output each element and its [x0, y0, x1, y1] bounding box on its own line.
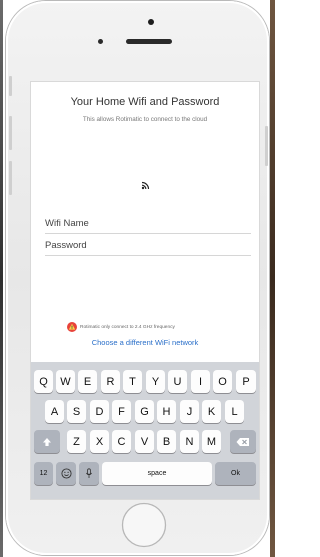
shift-key[interactable]: [34, 430, 60, 453]
key-f[interactable]: F: [112, 400, 131, 423]
password-field[interactable]: Password: [45, 237, 251, 256]
front-camera: [148, 19, 154, 25]
onscreen-keyboard: Q W E R T Y U I O P A S D F G H J K L Z …: [31, 362, 259, 499]
frequency-warning: Rotimatic only connect to 2.4 GHz freque…: [67, 322, 175, 332]
key-b[interactable]: B: [157, 430, 176, 453]
key-w[interactable]: W: [56, 370, 75, 393]
backspace-key[interactable]: [230, 430, 256, 453]
mute-switch: [9, 76, 12, 96]
page-title: Your Home Wifi and Password: [70, 96, 220, 108]
emoji-icon: [60, 468, 72, 479]
key-c[interactable]: C: [112, 430, 131, 453]
ok-key[interactable]: Ok: [215, 462, 256, 485]
key-q[interactable]: Q: [34, 370, 53, 393]
key-l[interactable]: L: [225, 400, 244, 423]
microphone-key[interactable]: [79, 462, 99, 485]
key-k[interactable]: K: [202, 400, 221, 423]
volume-down-button: [9, 161, 12, 195]
key-u[interactable]: U: [168, 370, 187, 393]
earpiece-speaker: [126, 39, 172, 44]
key-v[interactable]: V: [135, 430, 154, 453]
volume-up-button: [9, 116, 12, 150]
key-o[interactable]: O: [213, 370, 232, 393]
proximity-sensor: [98, 39, 103, 44]
page-subtitle: This allows Rotimatic to connect to the …: [82, 116, 208, 123]
space-key[interactable]: space: [102, 462, 212, 485]
phone-frame: Your Home Wifi and Password This allows …: [6, 1, 269, 555]
wifi-name-field[interactable]: Wifi Name: [45, 215, 251, 234]
key-e[interactable]: E: [78, 370, 97, 393]
key-d[interactable]: D: [90, 400, 109, 423]
key-p[interactable]: P: [236, 370, 256, 393]
emoji-key[interactable]: [56, 462, 76, 485]
key-t[interactable]: T: [123, 370, 142, 393]
power-button: [265, 126, 268, 166]
key-j[interactable]: J: [180, 400, 199, 423]
key-x[interactable]: X: [90, 430, 109, 453]
key-y[interactable]: Y: [146, 370, 165, 393]
key-a[interactable]: A: [45, 400, 64, 423]
app-screen: Your Home Wifi and Password This allows …: [30, 81, 260, 500]
home-button[interactable]: [121, 502, 167, 548]
key-m[interactable]: M: [202, 430, 221, 453]
background-right-edge: [270, 0, 275, 557]
warning-icon: [67, 322, 77, 332]
key-r[interactable]: R: [101, 370, 120, 393]
key-n[interactable]: N: [180, 430, 199, 453]
background-left-edge: [0, 0, 3, 557]
microphone-icon: [86, 468, 92, 478]
key-g[interactable]: G: [135, 400, 154, 423]
choose-network-link[interactable]: Choose a different WiFi network: [31, 338, 259, 347]
key-z[interactable]: Z: [67, 430, 86, 453]
key-s[interactable]: S: [67, 400, 86, 423]
wifi-icon: [141, 181, 150, 190]
key-h[interactable]: H: [157, 400, 176, 423]
key-i[interactable]: I: [191, 370, 210, 393]
numbers-key[interactable]: 12: [34, 462, 53, 485]
backspace-icon: [236, 437, 249, 446]
shift-icon: [43, 437, 51, 446]
frequency-note: Rotimatic only connect to 2.4 GHz freque…: [80, 324, 175, 330]
